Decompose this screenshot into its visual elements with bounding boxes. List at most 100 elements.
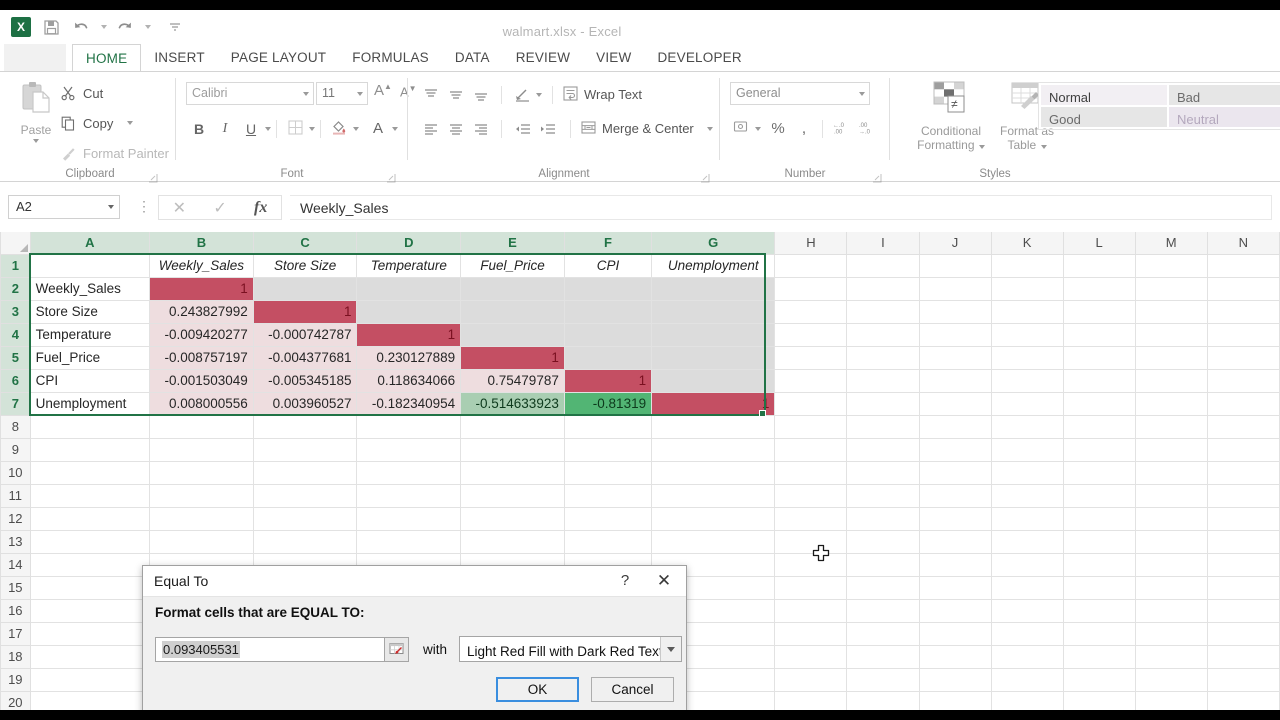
column-header-G[interactable]: G	[652, 232, 775, 254]
borders-dropdown-icon[interactable]	[309, 127, 315, 131]
cell-E2[interactable]	[461, 277, 565, 300]
row-header-8[interactable]: 8	[1, 415, 31, 438]
cell-E9[interactable]	[461, 438, 565, 461]
cell-B3[interactable]: 0.243827992	[150, 300, 254, 323]
cell-J1[interactable]	[919, 254, 991, 277]
name-box[interactable]: A2	[8, 195, 120, 219]
row-header-3[interactable]: 3	[1, 300, 31, 323]
cell-A7[interactable]: Unemployment	[30, 392, 149, 415]
row-header-11[interactable]: 11	[1, 484, 31, 507]
select-all-corner[interactable]	[1, 232, 31, 254]
cut-button[interactable]: Cut	[60, 78, 169, 108]
cell-E3[interactable]	[461, 300, 565, 323]
cell-C7[interactable]: 0.003960527	[253, 392, 357, 415]
cell-J19[interactable]	[919, 668, 991, 691]
cell-G6[interactable]	[652, 369, 775, 392]
copy-button[interactable]: Copy	[60, 108, 169, 138]
cell-A4[interactable]: Temperature	[30, 323, 149, 346]
orientation-button[interactable]	[510, 82, 535, 107]
cell-M7[interactable]	[1135, 392, 1207, 415]
underline-dropdown-icon[interactable]	[265, 127, 271, 131]
cell-J12[interactable]	[919, 507, 991, 530]
tab-data[interactable]: DATA	[442, 44, 503, 71]
cell-F11[interactable]	[564, 484, 651, 507]
range-picker-button[interactable]	[385, 637, 409, 662]
decrease-indent-button[interactable]	[510, 116, 535, 141]
row-header-2[interactable]: 2	[1, 277, 31, 300]
cell-K2[interactable]	[991, 277, 1063, 300]
number-format-select[interactable]: General	[730, 82, 870, 105]
cell-G8[interactable]	[652, 415, 775, 438]
cell-L14[interactable]	[1063, 553, 1135, 576]
accounting-dropdown-icon[interactable]	[755, 127, 761, 131]
cell-D2[interactable]	[357, 277, 461, 300]
cell-I14[interactable]	[847, 553, 919, 576]
cell-I9[interactable]	[847, 438, 919, 461]
cell-L20[interactable]	[1063, 691, 1135, 710]
cell-A17[interactable]	[30, 622, 149, 645]
cell-H8[interactable]	[775, 415, 847, 438]
cell-B4[interactable]: -0.009420277	[150, 323, 254, 346]
cell-M19[interactable]	[1135, 668, 1207, 691]
cell-M6[interactable]	[1135, 369, 1207, 392]
cell-I11[interactable]	[847, 484, 919, 507]
cell-H7[interactable]	[775, 392, 847, 415]
cell-H6[interactable]	[775, 369, 847, 392]
cell-N4[interactable]	[1207, 323, 1279, 346]
row-header-1[interactable]: 1	[1, 254, 31, 277]
cell-F3[interactable]	[564, 300, 651, 323]
column-header-K[interactable]: K	[991, 232, 1063, 254]
font-name-input[interactable]: Calibri	[186, 82, 314, 105]
row-header-4[interactable]: 4	[1, 323, 31, 346]
cell-J5[interactable]	[919, 346, 991, 369]
cell-F10[interactable]	[564, 461, 651, 484]
column-header-I[interactable]: I	[847, 232, 919, 254]
cell-C6[interactable]: -0.005345185	[253, 369, 357, 392]
cell-N6[interactable]	[1207, 369, 1279, 392]
cell-style-good[interactable]: Good	[1041, 107, 1167, 127]
column-header-J[interactable]: J	[919, 232, 991, 254]
cell-B1[interactable]: Weekly_Sales	[150, 254, 254, 277]
cell-N5[interactable]	[1207, 346, 1279, 369]
cell-B7[interactable]: 0.008000556	[150, 392, 254, 415]
row-header-10[interactable]: 10	[1, 461, 31, 484]
cell-F4[interactable]	[564, 323, 651, 346]
cell-H2[interactable]	[775, 277, 847, 300]
cell-L16[interactable]	[1063, 599, 1135, 622]
cell-K5[interactable]	[991, 346, 1063, 369]
cell-I15[interactable]	[847, 576, 919, 599]
cell-I13[interactable]	[847, 530, 919, 553]
cell-C8[interactable]	[253, 415, 357, 438]
cell-L4[interactable]	[1063, 323, 1135, 346]
cell-D13[interactable]	[357, 530, 461, 553]
cell-A9[interactable]	[30, 438, 149, 461]
cell-F13[interactable]	[564, 530, 651, 553]
cell-N1[interactable]	[1207, 254, 1279, 277]
cell-H1[interactable]	[775, 254, 847, 277]
cell-F12[interactable]	[564, 507, 651, 530]
tab-page-layout[interactable]: PAGE LAYOUT	[218, 44, 339, 71]
merge-center-dropdown-icon[interactable]	[707, 127, 713, 131]
alignment-dialog-launcher[interactable]	[701, 170, 710, 179]
cell-E7[interactable]: -0.514633923	[461, 392, 565, 415]
cell-F1[interactable]: CPI	[564, 254, 651, 277]
cell-K18[interactable]	[991, 645, 1063, 668]
chevron-down-icon[interactable]	[660, 637, 681, 661]
cell-J3[interactable]	[919, 300, 991, 323]
cell-F5[interactable]	[564, 346, 651, 369]
cell-M20[interactable]	[1135, 691, 1207, 710]
row-header-18[interactable]: 18	[1, 645, 31, 668]
cell-K15[interactable]	[991, 576, 1063, 599]
cell-J13[interactable]	[919, 530, 991, 553]
cell-I8[interactable]	[847, 415, 919, 438]
row-header-7[interactable]: 7	[1, 392, 31, 415]
cell-A18[interactable]	[30, 645, 149, 668]
cell-K6[interactable]	[991, 369, 1063, 392]
cell-J18[interactable]	[919, 645, 991, 668]
cell-K9[interactable]	[991, 438, 1063, 461]
cell-B2[interactable]: 1	[150, 277, 254, 300]
cell-N11[interactable]	[1207, 484, 1279, 507]
increase-decimal-button[interactable]: ←.0.00	[828, 116, 854, 141]
cell-D5[interactable]: 0.230127889	[357, 346, 461, 369]
cell-N9[interactable]	[1207, 438, 1279, 461]
